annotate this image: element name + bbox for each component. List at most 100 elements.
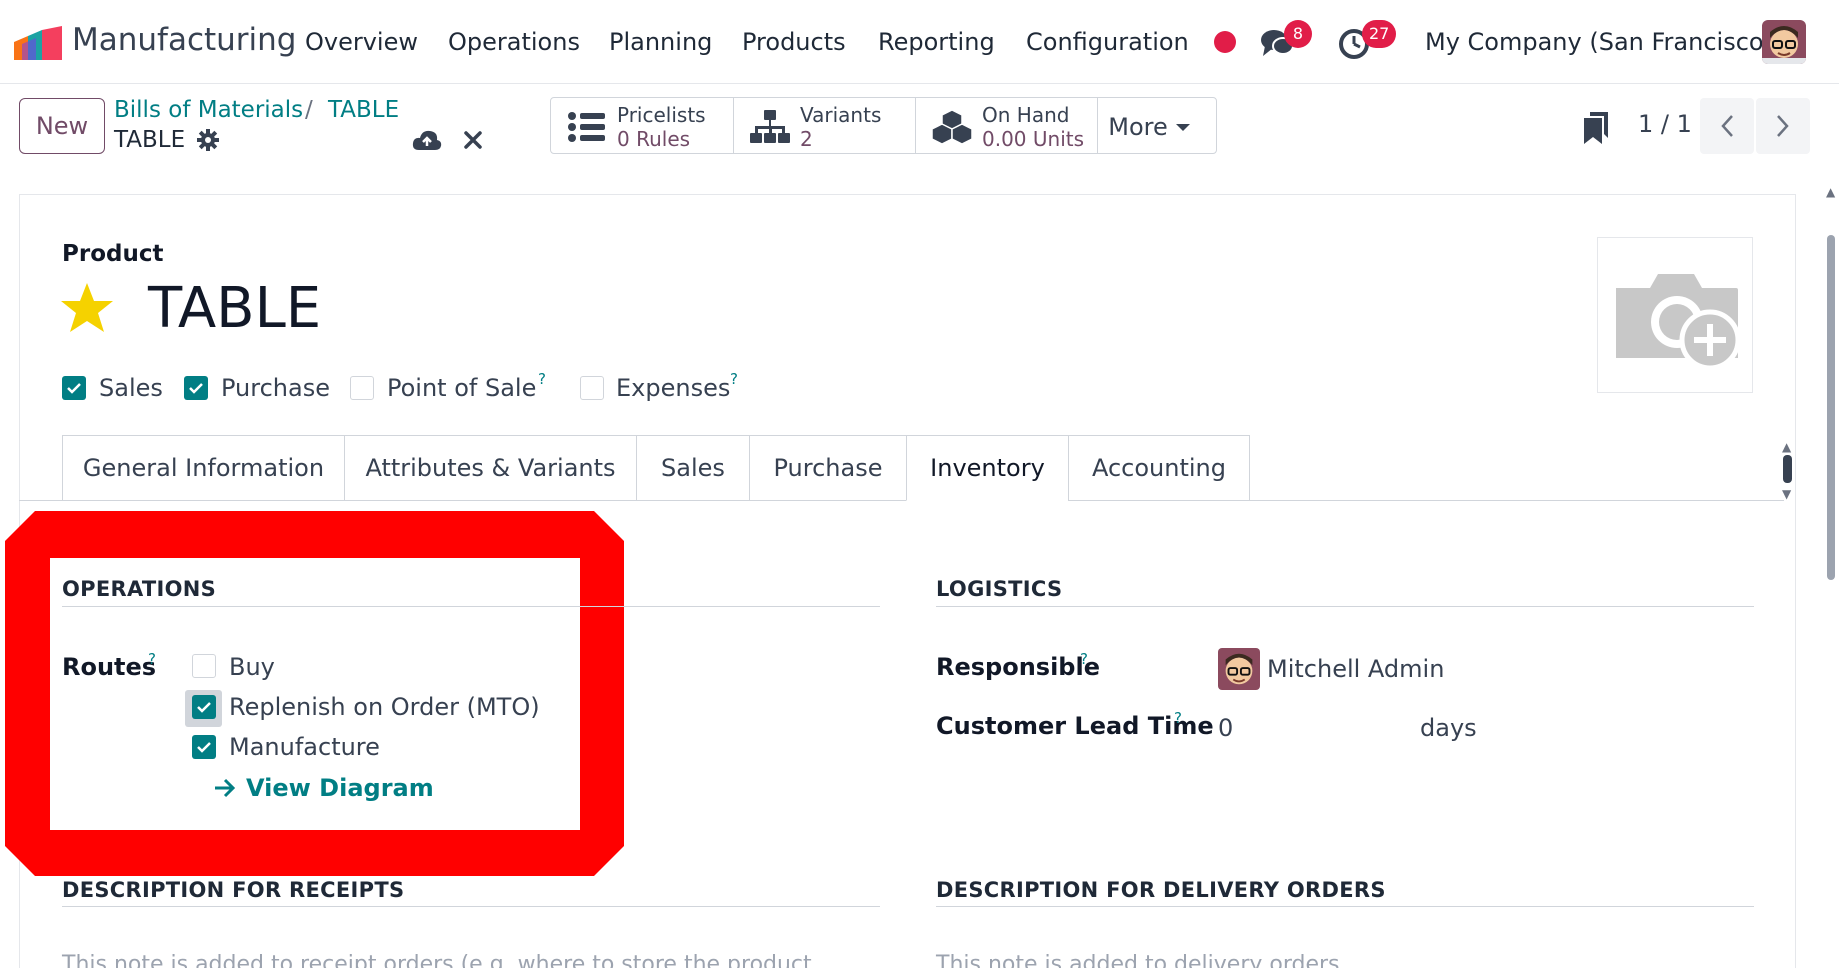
sitemap-icon bbox=[750, 110, 790, 143]
tab-sales[interactable]: Sales bbox=[636, 435, 749, 501]
route-mto-checkbox[interactable] bbox=[192, 695, 216, 719]
description-receipts-divider bbox=[62, 906, 880, 907]
variants-value: 2 bbox=[800, 127, 813, 151]
responsible-help-icon[interactable]: ? bbox=[1080, 650, 1088, 668]
description-delivery-divider bbox=[936, 906, 1754, 907]
new-button[interactable]: New bbox=[19, 98, 105, 154]
app-name[interactable]: Manufacturing bbox=[72, 22, 296, 58]
pager-previous-button[interactable] bbox=[1700, 98, 1754, 154]
more-label: More bbox=[1108, 112, 1168, 141]
purchase-label[interactable]: Purchase bbox=[221, 374, 330, 402]
description-delivery-title: DESCRIPTION FOR DELIVERY ORDERS bbox=[936, 878, 1386, 902]
favorite-star-icon[interactable] bbox=[60, 282, 114, 334]
cloud-upload-icon[interactable] bbox=[412, 128, 442, 152]
sales-label[interactable]: Sales bbox=[99, 374, 163, 402]
description-delivery-field[interactable]: This note is added to delivery orders. bbox=[936, 952, 1347, 968]
point-of-sale-label[interactable]: Point of Sale bbox=[387, 374, 536, 402]
view-diagram-label: View Diagram bbox=[246, 774, 434, 802]
status-indicator[interactable] bbox=[1214, 31, 1236, 53]
company-switcher[interactable]: My Company (San Francisco) bbox=[1425, 28, 1773, 56]
menu-operations[interactable]: Operations bbox=[448, 28, 580, 56]
camera-add-icon bbox=[1616, 274, 1741, 371]
operations-title: OPERATIONS bbox=[62, 577, 217, 601]
pricelists-title: Pricelists bbox=[617, 103, 706, 127]
point-of-sale-checkbox[interactable] bbox=[350, 376, 374, 400]
on-hand-value: 0.00 Units bbox=[982, 127, 1085, 151]
tabs-scroll-down-arrow[interactable]: ▼ bbox=[1782, 487, 1791, 501]
responsible-field[interactable]: Mitchell Admin bbox=[1267, 655, 1444, 683]
page-scroll-up-arrow[interactable]: ▲ bbox=[1826, 185, 1835, 199]
breadcrumb-bills-of-materials[interactable]: Bills of Materials bbox=[114, 97, 303, 123]
menu-configuration[interactable]: Configuration bbox=[1026, 28, 1189, 56]
breadcrumb-table[interactable]: TABLE bbox=[328, 97, 399, 123]
expenses-checkbox[interactable] bbox=[580, 376, 604, 400]
record-name: TABLE bbox=[114, 127, 186, 153]
customer-lead-time-input[interactable]: 0 bbox=[1218, 714, 1233, 742]
responsible-label: Responsible bbox=[936, 653, 1100, 681]
notebook-tabs: General Information Attributes & Variant… bbox=[62, 435, 1250, 501]
caret-down-icon bbox=[1175, 123, 1190, 131]
tab-accounting[interactable]: Accounting bbox=[1068, 435, 1250, 501]
menu-products[interactable]: Products bbox=[742, 28, 846, 56]
pager-value[interactable]: 1 / 1 bbox=[1638, 110, 1692, 138]
menu-overview[interactable]: Overview bbox=[305, 28, 418, 56]
expenses-label[interactable]: Expenses bbox=[616, 374, 730, 402]
menu-planning[interactable]: Planning bbox=[609, 28, 712, 56]
messages-badge: 8 bbox=[1284, 20, 1312, 48]
expenses-help-icon[interactable]: ? bbox=[730, 370, 738, 388]
activities-badge: 27 bbox=[1362, 20, 1397, 48]
tab-general-information[interactable]: General Information bbox=[62, 435, 344, 501]
customer-lead-time-help-icon[interactable]: ? bbox=[1174, 709, 1182, 727]
route-manufacture-checkbox[interactable] bbox=[192, 735, 216, 759]
routes-label: Routes bbox=[62, 653, 157, 681]
tab-attributes-variants[interactable]: Attributes & Variants bbox=[344, 435, 636, 501]
product-image-upload[interactable] bbox=[1597, 237, 1753, 393]
point-of-sale-help-icon[interactable]: ? bbox=[538, 370, 546, 388]
variants-title: Variants bbox=[800, 103, 882, 127]
breadcrumb-separator: / bbox=[305, 97, 313, 123]
description-receipts-field[interactable]: This note is added to receipt orders (e.… bbox=[62, 952, 812, 968]
pricelists-button[interactable]: Pricelists 0 Rules bbox=[551, 98, 734, 153]
tab-purchase[interactable]: Purchase bbox=[749, 435, 906, 501]
product-label: Product bbox=[62, 241, 164, 267]
description-receipts-title: DESCRIPTION FOR RECEIPTS bbox=[62, 878, 405, 902]
route-buy-checkbox[interactable] bbox=[192, 654, 216, 678]
menu-reporting[interactable]: Reporting bbox=[878, 28, 995, 56]
route-manufacture-label[interactable]: Manufacture bbox=[229, 733, 380, 761]
variants-button[interactable]: Variants 2 bbox=[734, 98, 916, 153]
route-mto-label[interactable]: Replenish on Order (MTO) bbox=[229, 693, 540, 721]
tabs-scroll-up-arrow[interactable]: ▲ bbox=[1782, 440, 1791, 454]
on-hand-button[interactable]: On Hand 0.00 Units bbox=[916, 98, 1098, 153]
tab-inventory[interactable]: Inventory bbox=[906, 435, 1068, 501]
gear-icon[interactable] bbox=[197, 129, 219, 151]
pager-next-button[interactable] bbox=[1756, 98, 1810, 154]
purchase-checkbox[interactable] bbox=[184, 376, 208, 400]
sales-checkbox[interactable] bbox=[62, 376, 86, 400]
manufacturing-app-icon[interactable] bbox=[14, 26, 62, 60]
cubes-icon bbox=[932, 110, 972, 144]
page-scrollbar-thumb[interactable] bbox=[1827, 235, 1835, 580]
list-icon bbox=[568, 112, 605, 142]
chevron-left-icon bbox=[1721, 115, 1733, 137]
on-hand-title: On Hand bbox=[982, 103, 1070, 127]
user-avatar[interactable] bbox=[1762, 20, 1806, 64]
arrow-right-icon bbox=[215, 778, 236, 798]
route-buy-label[interactable]: Buy bbox=[229, 653, 275, 681]
product-name[interactable]: TABLE bbox=[148, 276, 321, 341]
customer-lead-time-label: Customer Lead Time bbox=[936, 712, 1214, 740]
pricelists-value: 0 Rules bbox=[617, 127, 691, 151]
bookmark-icon[interactable] bbox=[1584, 112, 1608, 144]
close-icon[interactable] bbox=[462, 129, 484, 151]
smart-buttons: Pricelists 0 Rules Variants 2 On Hand 0.… bbox=[550, 97, 1217, 154]
customer-lead-time-unit: days bbox=[1420, 714, 1477, 742]
operations-divider bbox=[62, 606, 880, 607]
tabs-scrollbar-thumb[interactable] bbox=[1783, 455, 1792, 483]
routes-help-icon[interactable]: ? bbox=[148, 650, 156, 668]
more-dropdown[interactable]: More bbox=[1098, 98, 1200, 155]
top-navbar: Manufacturing Overview Operations Planni… bbox=[0, 0, 1839, 84]
logistics-title: LOGISTICS bbox=[936, 577, 1063, 601]
logistics-divider bbox=[936, 606, 1754, 607]
view-diagram-button[interactable]: View Diagram bbox=[214, 774, 434, 802]
chevron-right-icon bbox=[1777, 115, 1789, 137]
responsible-avatar bbox=[1218, 648, 1260, 690]
